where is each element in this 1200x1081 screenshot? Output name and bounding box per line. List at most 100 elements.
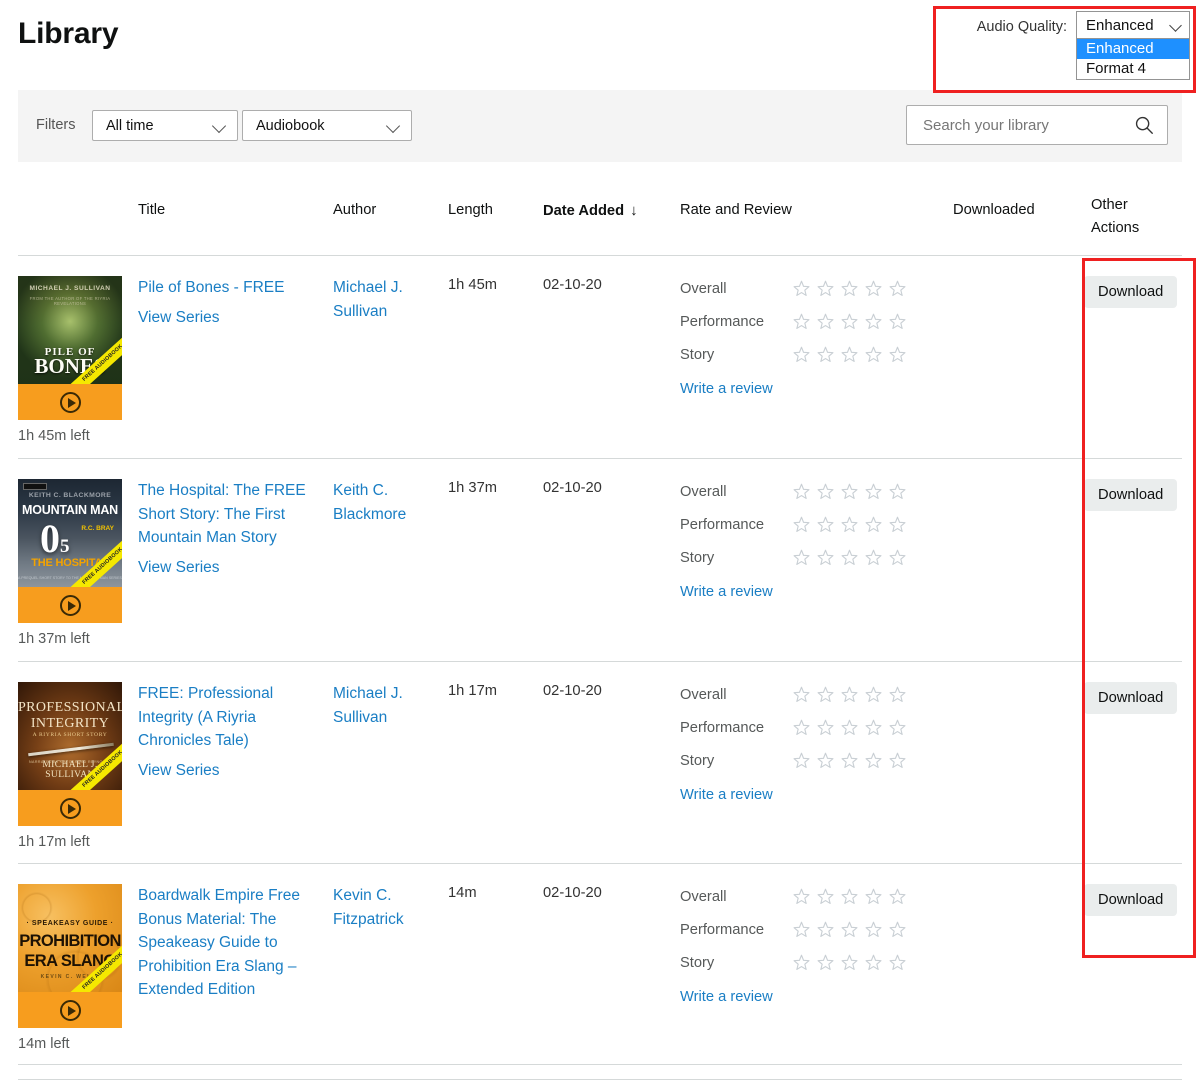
rating-stars-overall[interactable] [792, 279, 907, 298]
rating-stars-story[interactable] [792, 751, 907, 770]
library-search-box[interactable] [906, 105, 1168, 145]
write-a-review-link[interactable]: Write a review [680, 787, 773, 803]
write-a-review-link[interactable]: Write a review [680, 989, 773, 1005]
search-icon[interactable] [1133, 114, 1155, 136]
star-icon[interactable] [840, 548, 859, 567]
star-icon[interactable] [792, 482, 811, 501]
star-icon[interactable] [888, 548, 907, 567]
star-icon[interactable] [888, 718, 907, 737]
star-icon[interactable] [840, 279, 859, 298]
star-icon[interactable] [816, 685, 835, 704]
audio-quality-option-list[interactable]: Enhanced Format 4 [1076, 39, 1190, 80]
book-title-link[interactable]: The Hospital: The FREE Short Story: The … [138, 479, 328, 550]
star-icon[interactable] [840, 345, 859, 364]
star-icon[interactable] [864, 685, 883, 704]
star-icon[interactable] [792, 718, 811, 737]
view-series-link[interactable]: View Series [138, 309, 220, 327]
star-icon[interactable] [864, 920, 883, 939]
star-icon[interactable] [816, 953, 835, 972]
star-icon[interactable] [792, 751, 811, 770]
star-icon[interactable] [888, 312, 907, 331]
star-icon[interactable] [840, 312, 859, 331]
star-icon[interactable] [888, 887, 907, 906]
star-icon[interactable] [864, 312, 883, 331]
audio-quality-option-enhanced[interactable]: Enhanced [1077, 39, 1189, 59]
star-icon[interactable] [888, 953, 907, 972]
star-icon[interactable] [840, 718, 859, 737]
column-header-date-added[interactable]: Date Added ↓ [543, 202, 638, 219]
star-icon[interactable] [864, 345, 883, 364]
rating-stars-performance[interactable] [792, 515, 907, 534]
write-a-review-link[interactable]: Write a review [680, 381, 773, 397]
book-title-link[interactable]: Pile of Bones - FREE [138, 276, 328, 300]
star-icon[interactable] [840, 751, 859, 770]
book-cover[interactable]: PROFESSIONAL INTEGRITY A RIYRIA SHORT ST… [18, 682, 122, 826]
star-icon[interactable] [792, 953, 811, 972]
star-icon[interactable] [864, 279, 883, 298]
filter-time-range-select[interactable]: All time [92, 110, 238, 141]
book-author-link[interactable]: Michael J. Sullivan [333, 685, 403, 726]
cover-play-bar[interactable] [18, 790, 122, 826]
star-icon[interactable] [816, 515, 835, 534]
star-icon[interactable] [792, 887, 811, 906]
star-icon[interactable] [816, 279, 835, 298]
star-icon[interactable] [816, 345, 835, 364]
search-input[interactable] [921, 116, 1133, 135]
star-icon[interactable] [864, 482, 883, 501]
star-icon[interactable] [816, 718, 835, 737]
rating-stars-performance[interactable] [792, 312, 907, 331]
rating-stars-performance[interactable] [792, 718, 907, 737]
rating-stars-overall[interactable] [792, 887, 907, 906]
filter-content-type-select[interactable]: Audiobook [242, 110, 412, 141]
star-icon[interactable] [888, 279, 907, 298]
star-icon[interactable] [792, 279, 811, 298]
write-a-review-link[interactable]: Write a review [680, 584, 773, 600]
book-author-link[interactable]: Keith C. Blackmore [333, 482, 406, 523]
view-series-link[interactable]: View Series [138, 559, 220, 577]
star-icon[interactable] [792, 515, 811, 534]
rating-stars-story[interactable] [792, 953, 907, 972]
star-icon[interactable] [840, 920, 859, 939]
rating-stars-performance[interactable] [792, 920, 907, 939]
play-icon[interactable] [60, 392, 81, 413]
rating-stars-overall[interactable] [792, 482, 907, 501]
star-icon[interactable] [792, 685, 811, 704]
star-icon[interactable] [864, 515, 883, 534]
star-icon[interactable] [864, 953, 883, 972]
star-icon[interactable] [816, 482, 835, 501]
star-icon[interactable] [840, 482, 859, 501]
star-icon[interactable] [816, 887, 835, 906]
book-author-link[interactable]: Michael J. Sullivan [333, 279, 403, 320]
star-icon[interactable] [816, 548, 835, 567]
star-icon[interactable] [816, 312, 835, 331]
book-author-link[interactable]: Kevin C. Fitzpatrick [333, 887, 404, 928]
column-header-length[interactable]: Length [448, 202, 493, 218]
star-icon[interactable] [840, 887, 859, 906]
cover-play-bar[interactable] [18, 384, 122, 420]
star-icon[interactable] [888, 482, 907, 501]
book-title-link[interactable]: Boardwalk Empire Free Bonus Material: Th… [138, 884, 328, 1002]
star-icon[interactable] [840, 515, 859, 534]
star-icon[interactable] [888, 751, 907, 770]
cover-play-bar[interactable] [18, 587, 122, 623]
play-icon[interactable] [60, 595, 81, 616]
book-title-link[interactable]: FREE: Professional Integrity (A Riyria C… [138, 682, 328, 753]
view-series-link[interactable]: View Series [138, 762, 220, 780]
star-icon[interactable] [792, 312, 811, 331]
download-button[interactable]: Download [1084, 479, 1177, 511]
star-icon[interactable] [888, 920, 907, 939]
rating-stars-overall[interactable] [792, 685, 907, 704]
download-button[interactable]: Download [1084, 884, 1177, 916]
star-icon[interactable] [840, 685, 859, 704]
star-icon[interactable] [792, 920, 811, 939]
download-button[interactable]: Download [1084, 682, 1177, 714]
audio-quality-dropdown[interactable]: Enhanced Enhanced Format 4 [1076, 11, 1190, 80]
column-header-title[interactable]: Title [138, 202, 165, 218]
rating-stars-story[interactable] [792, 345, 907, 364]
rating-stars-story[interactable] [792, 548, 907, 567]
play-icon[interactable] [60, 1000, 81, 1021]
star-icon[interactable] [816, 751, 835, 770]
star-icon[interactable] [864, 751, 883, 770]
star-icon[interactable] [792, 548, 811, 567]
star-icon[interactable] [888, 685, 907, 704]
